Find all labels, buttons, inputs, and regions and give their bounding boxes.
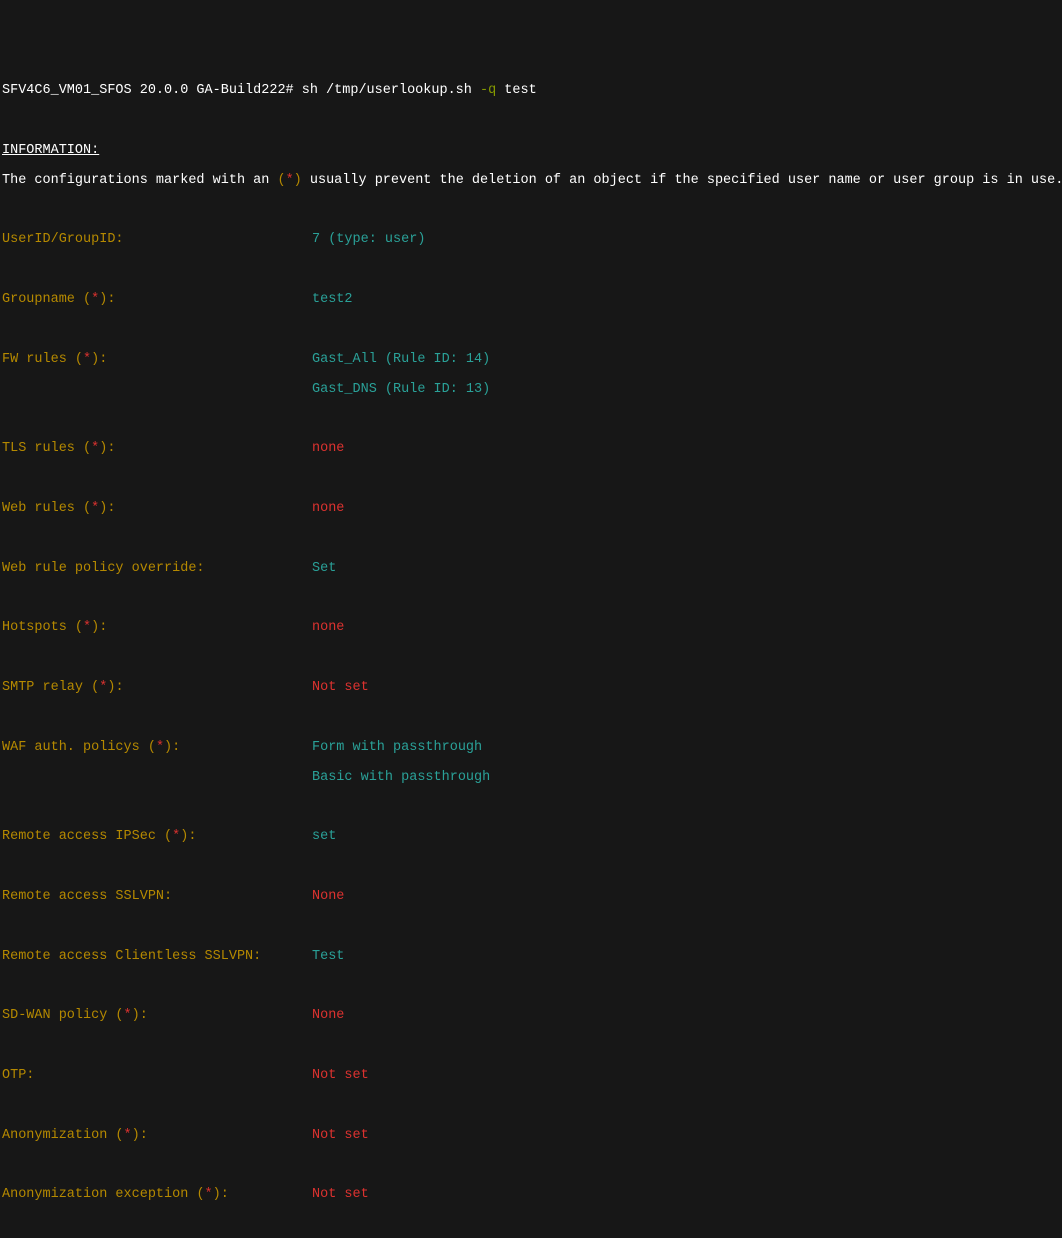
row-tls-rules: TLS rules (*):none <box>2 442 1060 457</box>
shell-prompt: SFV4C6_VM01_SFOS 20.0.0 GA-Build222# <box>2 83 302 98</box>
row-otp: OTP:Not set <box>2 1069 1060 1084</box>
row-sdwan: SD-WAN policy (*):None <box>2 1009 1060 1024</box>
row-waf-2: Basic with passthrough <box>2 771 1060 786</box>
argument: test <box>496 83 537 98</box>
row-web-override: Web rule policy override:Set <box>2 562 1060 577</box>
prompt-line-1: SFV4C6_VM01_SFOS 20.0.0 GA-Build222# sh … <box>2 84 1060 99</box>
row-userid: UserID/GroupID:7 (type: user) <box>2 233 1060 248</box>
row-groupname: Groupname (*):test2 <box>2 293 1060 308</box>
row-fw-rules-2: Gast_DNS (Rule ID: 13) <box>2 383 1060 398</box>
row-smtp: SMTP relay (*):Not set <box>2 681 1060 696</box>
command: sh /tmp/userlookup.sh <box>302 83 480 98</box>
row-hotspots: Hotspots (*):none <box>2 621 1060 636</box>
row-web-rules: Web rules (*):none <box>2 502 1060 517</box>
row-anon: Anonymization (*):Not set <box>2 1129 1060 1144</box>
flag: -q <box>480 83 496 98</box>
terminal-output[interactable]: SFV4C6_VM01_SFOS 20.0.0 GA-Build222# sh … <box>2 69 1060 1238</box>
row-fw-rules: FW rules (*):Gast_All (Rule ID: 14) <box>2 353 1060 368</box>
row-remote-clientless: Remote access Clientless SSLVPN:Test <box>2 950 1060 965</box>
info-heading: INFORMATION: <box>2 144 1060 159</box>
row-remote-sslvpn: Remote access SSLVPN:None <box>2 890 1060 905</box>
row-waf: WAF auth. policys (*):Form with passthro… <box>2 741 1060 756</box>
row-anon-ex: Anonymization exception (*):Not set <box>2 1188 1060 1203</box>
row-remote-ipsec: Remote access IPSec (*):set <box>2 830 1060 845</box>
info-body: The configurations marked with an (*) us… <box>2 174 1060 189</box>
